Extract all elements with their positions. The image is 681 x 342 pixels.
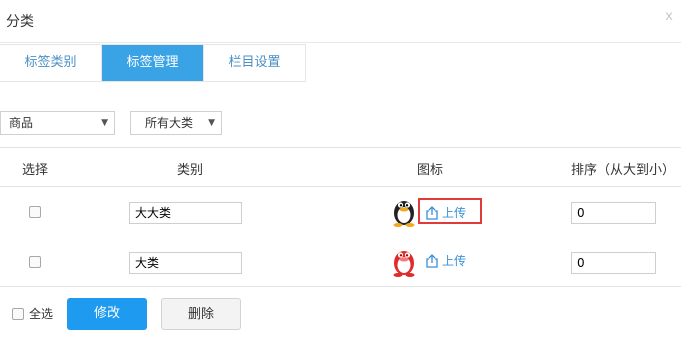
header-order: 排序（从大到小） <box>571 163 676 178</box>
modify-button[interactable]: 修改 <box>67 298 147 330</box>
product-select[interactable]: 商品 ▼ <box>0 111 115 135</box>
tab-column-settings[interactable]: 栏目设置 <box>203 45 305 81</box>
dropdown-arrow-icon: ▼ <box>208 118 215 128</box>
select-all-checkbox[interactable] <box>12 308 24 320</box>
tab-bar: 标签类别 标签管理 栏目设置 <box>0 44 306 82</box>
tab-tag-category[interactable]: 标签类别 <box>0 45 101 81</box>
upload-button[interactable]: 上传 <box>420 248 480 274</box>
product-select-value: 商品 <box>9 116 34 130</box>
footer-divider <box>0 286 681 287</box>
qq-penguin-black-icon <box>393 201 415 227</box>
order-input[interactable]: 0 <box>571 202 656 224</box>
select-all-label: 全选 <box>29 307 54 321</box>
table-top-border <box>0 147 681 148</box>
header-select: 选择 <box>22 163 49 178</box>
header-divider <box>0 186 681 187</box>
dialog-title: 分类 <box>6 14 34 30</box>
row-checkbox[interactable] <box>29 256 41 268</box>
upload-icon <box>426 254 438 268</box>
upload-icon <box>426 206 438 220</box>
header-icon: 图标 <box>417 163 444 178</box>
header-category: 类别 <box>177 163 204 178</box>
delete-button[interactable]: 删除 <box>161 298 241 330</box>
upload-label: 上传 <box>442 206 467 220</box>
upload-button[interactable]: 上传 <box>418 198 482 224</box>
row-checkbox[interactable] <box>29 206 41 218</box>
close-icon[interactable]: x <box>665 9 673 24</box>
order-input[interactable]: 0 <box>571 252 656 274</box>
category-select-value: 所有大类 <box>145 116 194 130</box>
dialog-titlebar: 分类 x <box>0 0 681 43</box>
dropdown-arrow-icon: ▼ <box>101 118 108 128</box>
tab-tag-management[interactable]: 标签管理 <box>101 45 203 81</box>
upload-label: 上传 <box>442 254 467 268</box>
category-input[interactable]: 大类 <box>129 252 242 274</box>
category-input[interactable]: 大大类 <box>129 202 242 224</box>
category-select[interactable]: 所有大类 ▼ <box>130 111 222 135</box>
qq-penguin-red-icon <box>393 251 415 277</box>
